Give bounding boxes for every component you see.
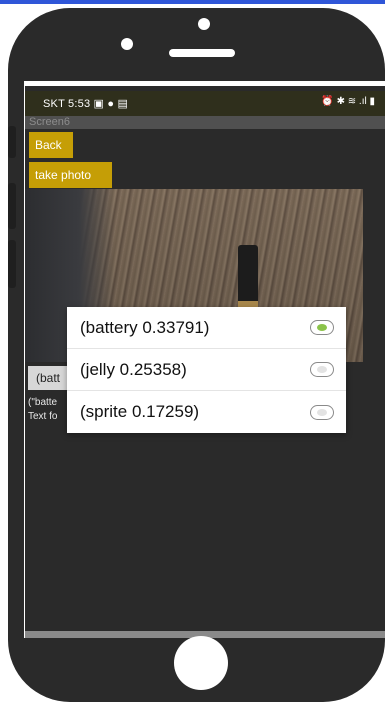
side-button-2 (8, 183, 16, 229)
speaker-grille (169, 49, 235, 57)
back-button[interactable]: Back (29, 132, 73, 158)
choice-dialog: (battery 0.33791) (jelly 0.25358) (sprit… (67, 307, 346, 433)
option-battery[interactable]: (battery 0.33791) (67, 307, 346, 349)
status-time: SKT 5:53 ▣ ● ▤ (43, 98, 129, 110)
side-button-1 (8, 126, 16, 158)
result-text-line-1: ("batte (28, 397, 58, 408)
radio-unselected-icon[interactable] (310, 362, 334, 377)
screen-title: Screen6 (25, 116, 385, 129)
option-sprite[interactable]: (sprite 0.17259) (67, 391, 346, 433)
option-label: (jelly 0.25358) (80, 359, 187, 379)
home-button[interactable] (174, 636, 228, 690)
side-button-3 (8, 240, 16, 288)
option-label: (battery 0.33791) (80, 317, 210, 337)
system-status-icons: ⏰ ✱ ≋ .ıl ▮ (321, 96, 375, 107)
front-camera-dot (198, 18, 210, 30)
option-label: (sprite 0.17259) (80, 402, 200, 421)
top-accent-bar (0, 0, 385, 4)
radio-selected-icon[interactable] (310, 320, 334, 335)
notification-icons: ▣ ● ▤ (93, 98, 129, 110)
take-photo-button[interactable]: take photo (29, 162, 112, 188)
option-jelly[interactable]: (jelly 0.25358) (67, 349, 346, 391)
photo-battery (238, 245, 258, 305)
sensor-dot (121, 38, 133, 50)
status-bar: SKT 5:53 ▣ ● ▤ ⏰ ✱ ≋ .ıl ▮ (25, 91, 385, 116)
result-text-line-2: Text fo (28, 411, 58, 422)
radio-unselected-icon[interactable] (310, 404, 334, 420)
